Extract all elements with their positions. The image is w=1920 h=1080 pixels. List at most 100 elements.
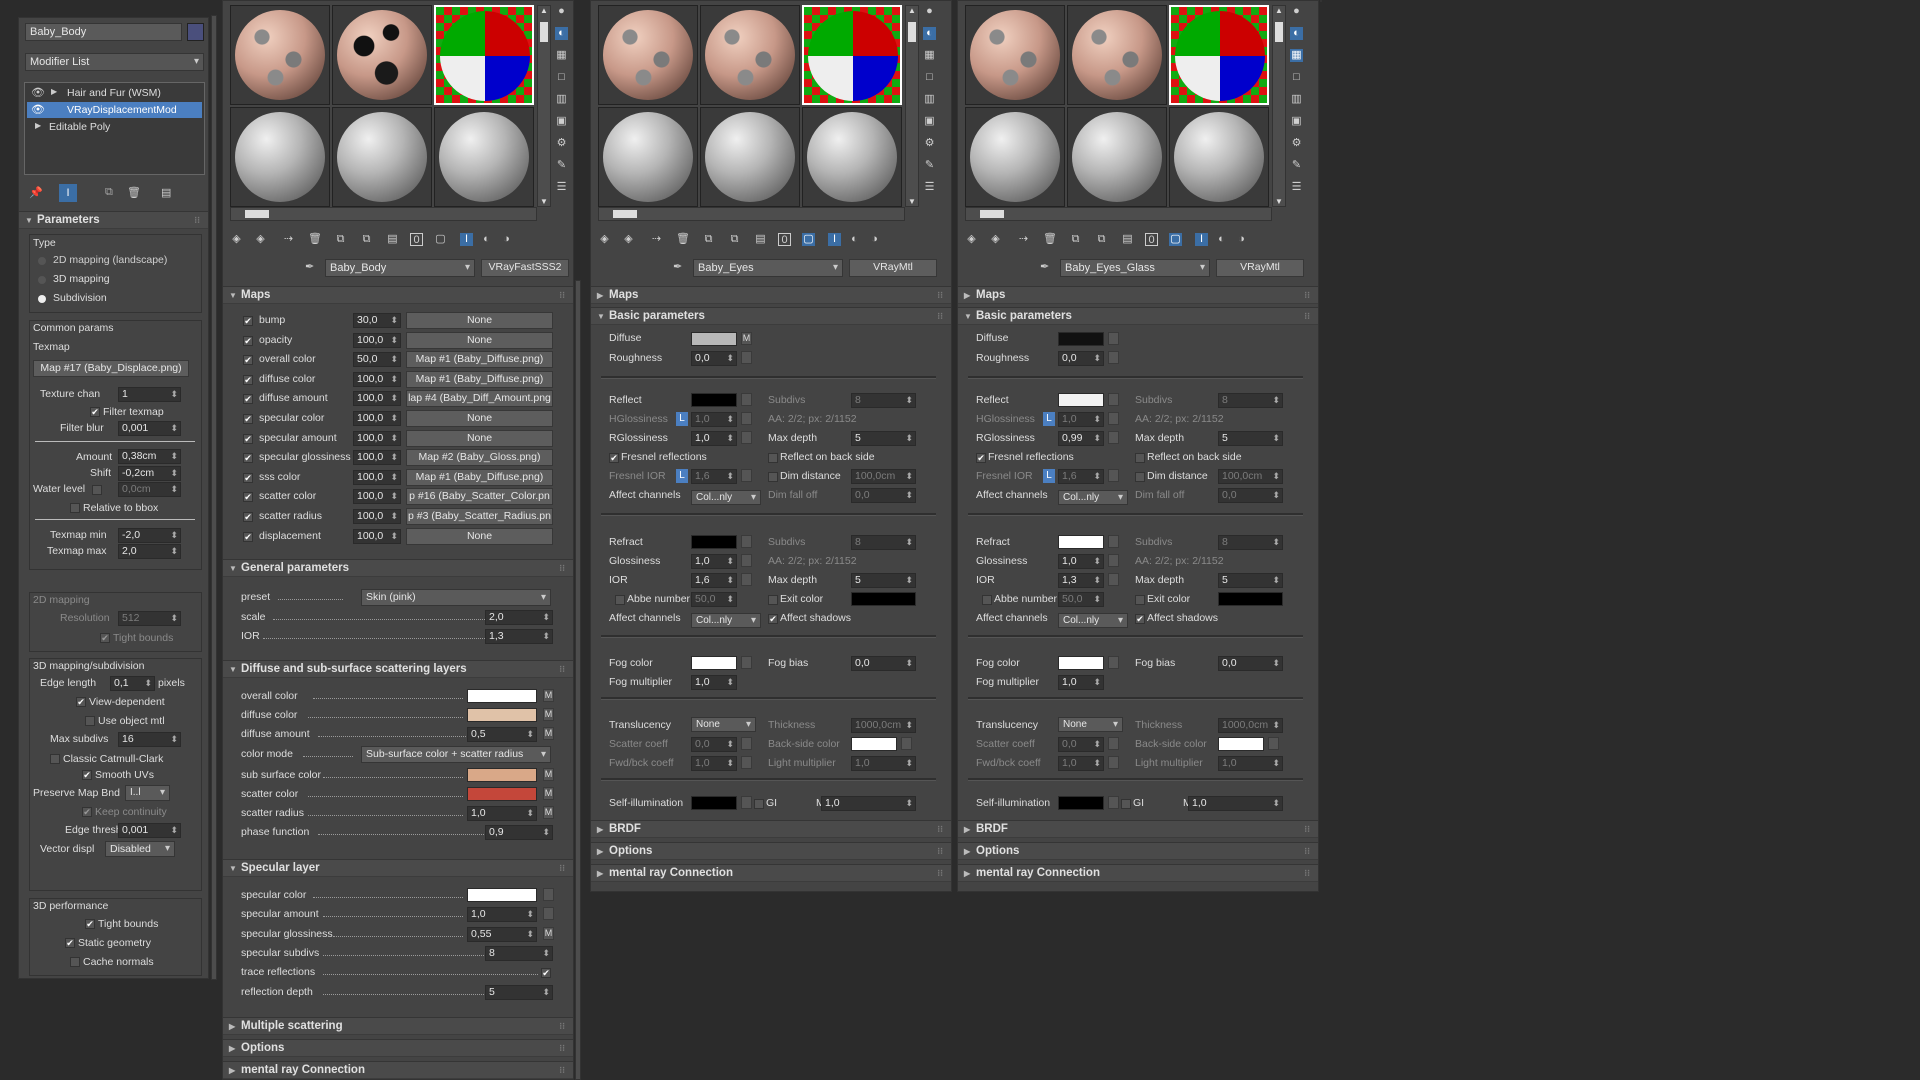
roughness-map-button[interactable] [741, 351, 752, 364]
select-by-material-icon[interactable]: ✎ [923, 159, 936, 172]
get-material-icon[interactable]: ◈ [598, 233, 611, 246]
back-side-color-swatch[interactable] [1218, 737, 1264, 751]
map-amount-spinner[interactable]: 100,0 [353, 489, 401, 505]
background-icon[interactable]: ▦ [923, 49, 936, 62]
map-amount-spinner[interactable]: 100,0 [353, 509, 401, 524]
sample-slot-5[interactable] [332, 107, 432, 207]
sample-slot-3-active[interactable] [1169, 5, 1269, 105]
fog-bias-spinner[interactable]: 0,0 [1218, 656, 1283, 671]
max-depth-spinner[interactable]: 5 [1218, 431, 1283, 446]
map-enable-checkbox[interactable]: ✔ [243, 374, 253, 385]
vector-displ-dropdown[interactable]: Disabled [105, 841, 175, 857]
ior-map-button[interactable] [741, 573, 752, 586]
sample-slot-1[interactable] [598, 5, 698, 105]
object-name-field[interactable]: Baby_Body [25, 23, 182, 41]
background-icon[interactable]: ▦ [1290, 49, 1303, 62]
get-material-icon[interactable]: ◈ [230, 233, 243, 246]
sample-type-icon[interactable]: ● [555, 5, 568, 18]
sample-slot-4[interactable] [230, 107, 330, 207]
rollout-basic-parameters[interactable]: ▼ Basic parameters ⁝⁝ [591, 307, 951, 325]
diffuse-color-swatch[interactable] [467, 708, 537, 722]
assign-to-selection-icon[interactable]: ⇢ [282, 233, 295, 246]
refract-max-depth-spinner[interactable]: 5 [851, 573, 916, 588]
fwd-bck-coeff-spinner[interactable]: 1,0 [691, 756, 737, 771]
go-forward-sibling-icon[interactable]: ◑ [868, 233, 881, 246]
reflect-map-button[interactable] [1108, 393, 1119, 406]
lock-fresnel-ior-button[interactable]: L [676, 469, 688, 483]
sample-slot-3-active[interactable] [434, 5, 534, 105]
scale-spinner[interactable]: 2,0 [485, 610, 553, 625]
self-illumination-map-button[interactable] [1108, 796, 1119, 809]
map-slot-button[interactable]: lap #4 (Baby_Diff_Amount.png [406, 390, 553, 408]
texmap-min-spinner[interactable]: -2,0 [118, 528, 181, 543]
slots-hscrollbar[interactable] [965, 207, 1272, 221]
roughness-map-button[interactable] [1108, 351, 1119, 364]
backlight-icon[interactable]: ◐ [1290, 27, 1303, 40]
scatter-coeff-map-button[interactable] [1108, 737, 1119, 750]
map-enable-checkbox[interactable]: ✔ [243, 433, 253, 444]
map-slot-button[interactable]: None [406, 429, 553, 447]
show-end-result-icon[interactable]: I [828, 233, 841, 246]
get-material-icon[interactable]: ◈ [965, 233, 978, 246]
make-unique-icon[interactable]: ⧉ [360, 233, 373, 246]
sample-type-icon[interactable]: ● [1290, 5, 1303, 18]
fog-multiplier-spinner[interactable]: 1,0 [1058, 675, 1104, 690]
affect-channels-dropdown[interactable]: Col...nly [1058, 490, 1128, 505]
map-amount-spinner[interactable]: 100,0 [353, 332, 401, 348]
stack-item-editable-poly[interactable]: ▶ Editable Poly [27, 119, 202, 135]
specular-subdivs-spinner[interactable]: 8 [485, 946, 553, 961]
resolution-spinner[interactable]: 512 [118, 611, 181, 626]
mult-spinner[interactable]: 1,0 [821, 796, 916, 811]
editor1-scrollbar[interactable] [575, 280, 581, 1080]
rollout-options[interactable]: ▶ Options ⁝⁝ [223, 1039, 573, 1057]
subdivs-spinner[interactable]: 8 [851, 393, 916, 408]
rollout-maps[interactable]: ▶ Maps ⁝⁝ [958, 286, 1318, 304]
map-slot-button[interactable]: None [406, 331, 553, 349]
map-amount-spinner[interactable]: 30,0 [353, 313, 401, 328]
sample-type-icon[interactable]: ● [923, 5, 936, 18]
texture-chan-spinner[interactable]: 1 [118, 387, 181, 402]
fwd-bck-map-button[interactable] [1108, 756, 1119, 769]
map-enable-checkbox[interactable]: ✔ [243, 492, 253, 503]
map-slot-button[interactable]: Map #2 (Baby_Gloss.png) [406, 449, 553, 467]
uv-tiling-icon[interactable]: □ [555, 71, 568, 84]
expand-arrow-icon[interactable]: ▶ [35, 121, 41, 130]
rollout-multiple-scattering[interactable]: ▶ Multiple scattering ⁝⁝ [223, 1017, 573, 1035]
rollout-general-parameters[interactable]: ▼ General parameters ⁝⁝ [223, 559, 573, 577]
diffuse-color-swatch[interactable] [691, 332, 737, 346]
specular-color-map-button[interactable] [543, 888, 554, 901]
ior-map-button[interactable] [1108, 573, 1119, 586]
rollout-brdf[interactable]: ▶ BRDF ⁝⁝ [958, 820, 1318, 838]
specular-glossiness-spinner[interactable]: 0,55 [467, 927, 537, 942]
fresnel-ior-map-button[interactable] [1108, 469, 1119, 482]
translucency-dropdown[interactable]: None [691, 717, 756, 732]
make-preview-icon[interactable]: ▣ [1290, 115, 1303, 128]
pin-stack-icon[interactable]: 📌 [29, 186, 43, 199]
scatter-radius-map-button[interactable]: M [543, 806, 554, 819]
hglossiness-map-button[interactable] [741, 412, 752, 425]
map-amount-spinner[interactable]: 100,0 [353, 391, 401, 407]
rollout-specular-layer[interactable]: ▼ Specular layer ⁝⁝ [223, 859, 573, 877]
fog-color-map-button[interactable] [741, 656, 752, 669]
thickness-spinner[interactable]: 1000,0cm [1218, 718, 1283, 733]
diffuse-color-map-button[interactable]: M [543, 708, 554, 721]
max-depth-spinner[interactable]: 5 [851, 431, 916, 446]
roughness-spinner[interactable]: 0,0 [1058, 351, 1104, 366]
slots-vscrollbar[interactable]: ▲ ▼ [905, 5, 919, 207]
back-side-color-swatch[interactable] [851, 737, 897, 751]
self-illumination-map-button[interactable] [741, 796, 752, 809]
scatter-coeff-spinner[interactable]: 0,0 [691, 737, 737, 752]
back-side-color-map-button[interactable] [901, 737, 912, 750]
map-enable-checkbox[interactable]: ✔ [243, 453, 253, 464]
sample-slot-5[interactable] [700, 107, 800, 207]
map-slot-button[interactable]: Map #1 (Baby_Diffuse.png) [406, 351, 553, 369]
sample-slot-1[interactable] [965, 5, 1065, 105]
rollout-diffuse-sss[interactable]: ▼ Diffuse and sub-surface scattering laye… [223, 660, 573, 678]
background-icon[interactable]: ▦ [555, 49, 568, 62]
dim-distance-spinner[interactable]: 100,0cm [1218, 469, 1283, 484]
edge-thresh-spinner[interactable]: 0,001 [118, 823, 181, 838]
map-amount-spinner[interactable]: 100,0 [353, 371, 401, 387]
glossiness-map-button[interactable] [741, 554, 752, 567]
preserve-map-bnd-dropdown[interactable]: I..l [125, 785, 170, 801]
go-forward-sibling-icon[interactable]: ◑ [1235, 233, 1248, 246]
